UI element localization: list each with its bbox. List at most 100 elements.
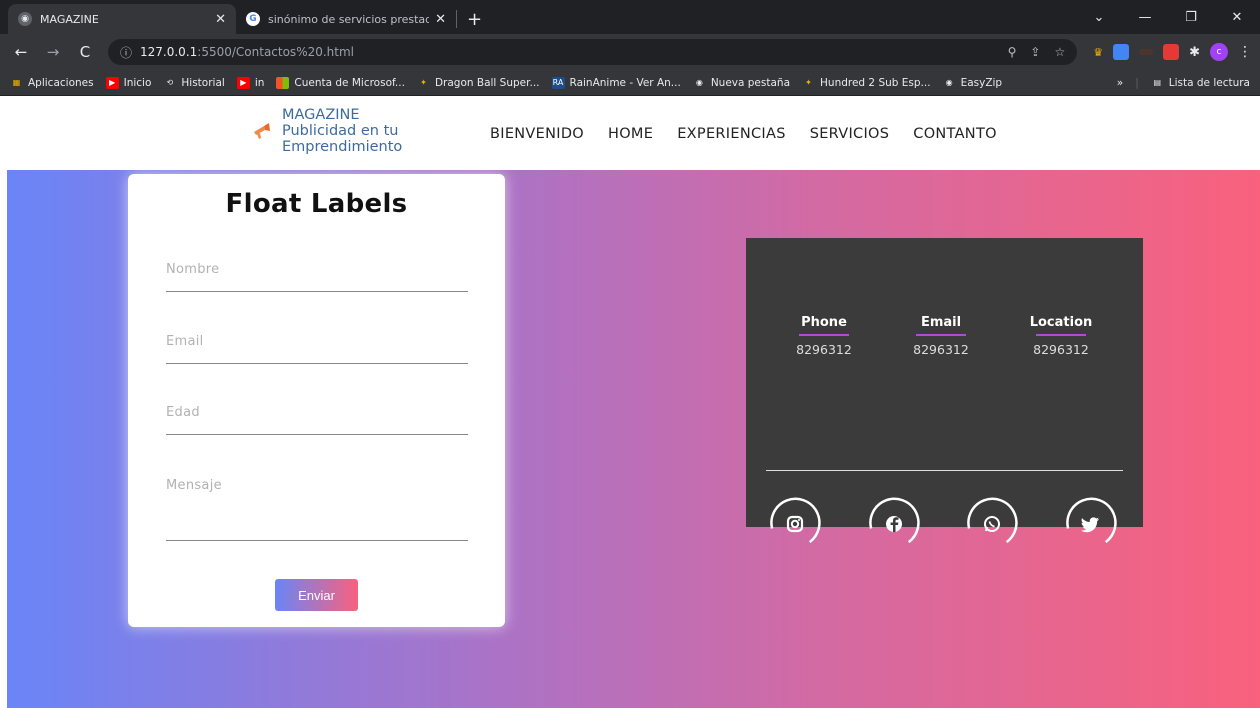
reload-button[interactable]: C bbox=[72, 43, 98, 61]
puzzle-icon[interactable]: ✱ bbox=[1189, 45, 1200, 60]
history-icon: ⟲ bbox=[166, 78, 174, 87]
crown-extension-icon[interactable]: ♛ bbox=[1093, 46, 1103, 59]
browser-toolbar: ← → C ⓘ 127.0.0.1:5500/Contactos%20.html… bbox=[0, 34, 1260, 70]
bookmark-easyzip[interactable]: ◉ EasyZip bbox=[943, 77, 1003, 89]
extensions-area: ♛ ✱ c ⋮ bbox=[1093, 43, 1252, 61]
email-info-label: Email bbox=[920, 315, 962, 330]
twitter-link[interactable] bbox=[1059, 492, 1123, 556]
bookmark-label: in bbox=[254, 76, 265, 89]
web-page: MAGAZINE Publicidad en tu Emprendimiento… bbox=[0, 96, 1260, 708]
star-icon: ✦ bbox=[805, 78, 812, 87]
whatsapp-icon bbox=[967, 497, 1018, 544]
nav-home[interactable]: HOME bbox=[608, 126, 653, 142]
contact-form-card: Float Labels Nombre Email Edad Mensaje E… bbox=[128, 174, 505, 627]
browser-window: ◉ MAGAZINE ✕ G sinónimo de servicios pre… bbox=[0, 0, 1260, 708]
forward-button[interactable]: → bbox=[40, 43, 66, 61]
youtube-icon: ▶ bbox=[236, 76, 250, 89]
email-label: Email bbox=[166, 334, 204, 349]
bookmarks-overflow-button[interactable]: » bbox=[1117, 77, 1123, 89]
star-icon: ✦ bbox=[420, 78, 427, 87]
globe-icon: ◉ bbox=[945, 78, 953, 87]
name-field[interactable]: Nombre bbox=[166, 262, 468, 292]
facebook-link[interactable] bbox=[862, 492, 926, 556]
whatsapp-link[interactable] bbox=[960, 492, 1024, 556]
nav-bienvenido[interactable]: BIENVENIDO bbox=[490, 126, 584, 142]
ra-icon: RA bbox=[551, 76, 565, 89]
bookmark-label: Hundred 2 Sub Esp... bbox=[820, 76, 931, 89]
microsoft-icon bbox=[276, 76, 290, 89]
name-label: Nombre bbox=[166, 262, 220, 277]
tab-magazine[interactable]: ◉ MAGAZINE ✕ bbox=[8, 4, 236, 34]
close-window-button[interactable]: ✕ bbox=[1214, 10, 1260, 25]
nav-servicios[interactable]: SERVICIOS bbox=[810, 126, 890, 142]
age-field[interactable]: Edad bbox=[166, 405, 468, 435]
minimize-button[interactable]: — bbox=[1122, 10, 1168, 25]
message-field[interactable]: Mensaje bbox=[166, 478, 468, 541]
share-icon[interactable]: ⇪ bbox=[1030, 45, 1040, 59]
site-nav: BIENVENIDO HOME EXPERIENCIAS SERVICIOS C… bbox=[490, 126, 997, 142]
apps-icon: ▦ bbox=[12, 78, 21, 87]
email-info: Email 8296312 bbox=[896, 315, 986, 357]
profile-avatar[interactable]: c bbox=[1210, 43, 1228, 61]
address-bar[interactable]: ⓘ 127.0.0.1:5500/Contactos%20.html ⚲ ⇪ ☆ bbox=[108, 39, 1078, 65]
bookmark-nueva-pestana[interactable]: ◉ Nueva pestaña bbox=[693, 77, 790, 89]
close-icon[interactable]: ✕ bbox=[215, 12, 226, 27]
bookmark-label: RainAnime - Ver An... bbox=[569, 76, 681, 89]
bookmark-label: Dragon Ball Super... bbox=[434, 76, 540, 89]
translate-extension-icon[interactable] bbox=[1113, 44, 1130, 60]
email-field[interactable]: Email bbox=[166, 334, 468, 364]
logo-text: MAGAZINE Publicidad en tu Emprendimiento bbox=[282, 107, 402, 155]
email-underline bbox=[916, 334, 966, 336]
location-underline bbox=[1036, 334, 1086, 336]
menu-icon[interactable]: ⋮ bbox=[1238, 44, 1252, 60]
location-info: Location 8296312 bbox=[1016, 315, 1106, 357]
nav-contanto[interactable]: CONTANTO bbox=[913, 126, 997, 142]
logo-line-1: MAGAZINE bbox=[282, 107, 360, 123]
bookmarks-bar: ▦ Aplicaciones ▶ Inicio ⟲ Historial ▶ in Cue… bbox=[0, 70, 1260, 96]
site-logo[interactable]: MAGAZINE Publicidad en tu Emprendimiento bbox=[252, 107, 402, 155]
phone-underline bbox=[799, 334, 849, 336]
extension-icon[interactable] bbox=[1139, 49, 1154, 55]
megaphone-icon bbox=[254, 123, 270, 139]
bookmark-dragon-ball[interactable]: ✦ Dragon Ball Super... bbox=[417, 76, 540, 89]
google-icon: G bbox=[246, 12, 260, 26]
bookmark-inicio[interactable]: ▶ Inicio bbox=[105, 76, 151, 89]
new-tab-button[interactable]: + bbox=[457, 4, 492, 34]
bookmark-label: EasyZip bbox=[960, 76, 1003, 89]
globe-icon: ◉ bbox=[18, 12, 32, 26]
window-controls: ⌄ — ❐ ✕ bbox=[1076, 0, 1260, 34]
location-label: Location bbox=[1029, 315, 1093, 330]
tab-title: MAGAZINE bbox=[40, 12, 99, 26]
reading-list-icon: ▤ bbox=[1153, 78, 1162, 87]
tab-search-icon[interactable]: ⌄ bbox=[1076, 10, 1122, 25]
form-title: Float Labels bbox=[225, 189, 408, 219]
facebook-icon bbox=[869, 497, 920, 544]
zoom-icon[interactable]: ⚲ bbox=[1008, 45, 1017, 59]
bookmark-hundred[interactable]: ✦ Hundred 2 Sub Esp... bbox=[802, 76, 931, 89]
nav-experiencias[interactable]: EXPERIENCIAS bbox=[677, 126, 785, 142]
tab-google-search[interactable]: G sinónimo de servicios prestados ✕ bbox=[236, 4, 456, 34]
bookmark-microsoft[interactable]: Cuenta de Microsof... bbox=[276, 76, 405, 89]
location-value: 8296312 bbox=[1033, 342, 1089, 357]
phone-value: 8296312 bbox=[796, 342, 852, 357]
submit-button[interactable]: Enviar bbox=[275, 579, 358, 611]
instagram-link[interactable] bbox=[763, 492, 827, 556]
info-icon[interactable]: ⓘ bbox=[120, 44, 132, 61]
bookmark-label: Cuenta de Microsof... bbox=[294, 76, 405, 89]
youtube-icon: ▶ bbox=[105, 76, 119, 89]
bookmark-in[interactable]: ▶ in bbox=[236, 76, 265, 89]
bookmark-star-icon[interactable]: ☆ bbox=[1054, 45, 1065, 59]
close-icon[interactable]: ✕ bbox=[435, 12, 446, 27]
bookmark-rainanime[interactable]: RA RainAnime - Ver An... bbox=[551, 76, 681, 89]
site-header: MAGAZINE Publicidad en tu Emprendimiento… bbox=[0, 96, 1260, 170]
bookmark-aplicaciones[interactable]: ▦ Aplicaciones bbox=[10, 77, 94, 89]
restore-button[interactable]: ❐ bbox=[1168, 10, 1214, 25]
url-host: 127.0.0.1 bbox=[140, 45, 198, 59]
reading-list-button[interactable]: ▤ Lista de lectura bbox=[1151, 77, 1250, 89]
back-button[interactable]: ← bbox=[8, 43, 34, 61]
phone-info: Phone 8296312 bbox=[779, 315, 869, 357]
email-value: 8296312 bbox=[913, 342, 969, 357]
logo-line-3: Emprendimiento bbox=[282, 139, 403, 155]
extension-red-icon[interactable] bbox=[1163, 44, 1180, 60]
bookmark-historial[interactable]: ⟲ Historial bbox=[163, 77, 225, 89]
